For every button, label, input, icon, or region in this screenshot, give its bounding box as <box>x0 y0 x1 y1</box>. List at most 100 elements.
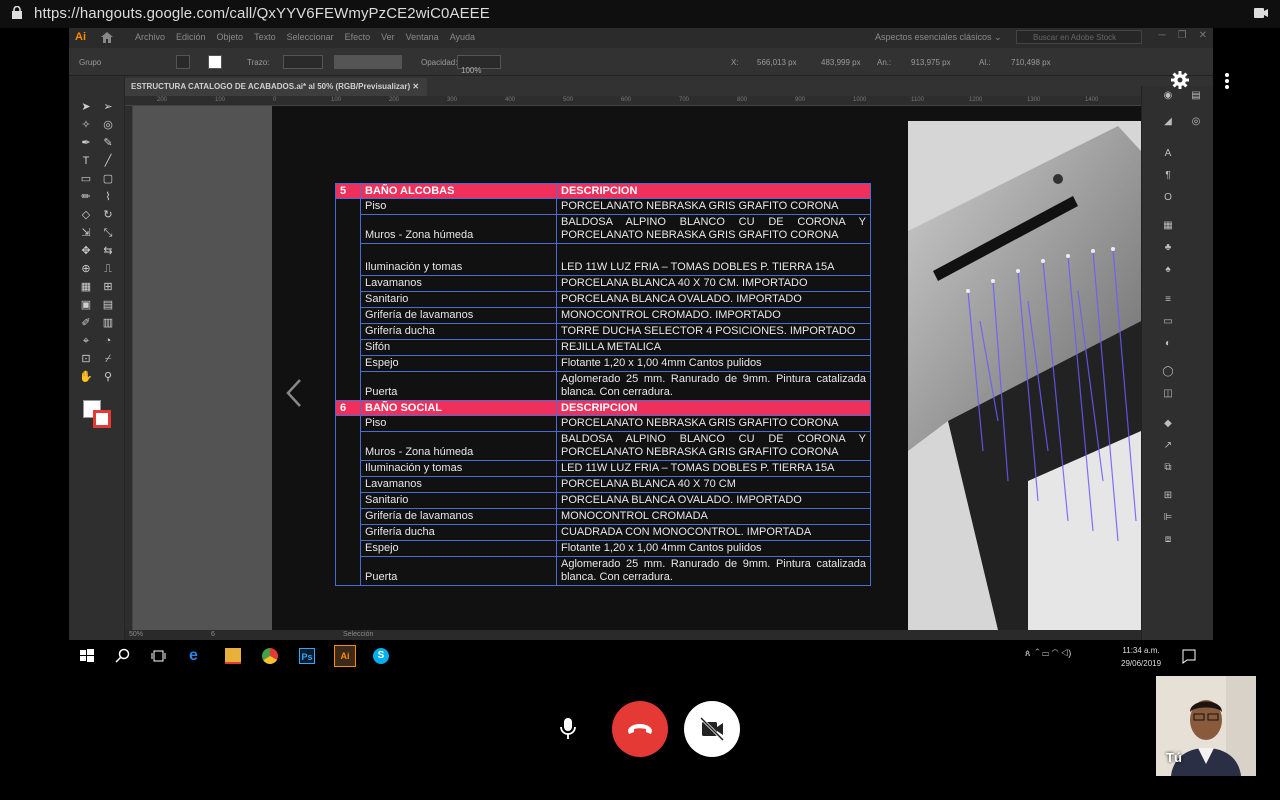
stroke-swatch[interactable] <box>208 55 222 69</box>
menu-item-5[interactable]: Efecto <box>345 32 371 42</box>
menu-item-8[interactable]: Ayuda <box>450 32 475 42</box>
export-icon[interactable]: ↗ <box>1162 440 1174 452</box>
stroke-panel-icon[interactable]: ≡ <box>1162 294 1174 306</box>
eraser-icon[interactable]: ◇ <box>79 208 93 222</box>
pen-tool-icon[interactable]: ✒ <box>79 136 93 150</box>
measure-icon[interactable]: ◔ <box>101 334 115 348</box>
slice-tool-icon[interactable]: ▥ <box>101 316 115 330</box>
cc-libraries-icon[interactable]: ▤ <box>1190 90 1202 102</box>
zoom-level[interactable]: 50% <box>129 631 143 638</box>
home-icon[interactable] <box>101 32 113 43</box>
line-tool-icon[interactable]: ╱ <box>101 154 115 168</box>
hand-tool-icon[interactable]: ✋ <box>79 370 93 384</box>
artboards-icon[interactable]: ⧉ <box>1162 462 1174 474</box>
zoom-tool-icon[interactable]: ⚲ <box>101 370 115 384</box>
camera-toggle-button[interactable] <box>684 701 740 757</box>
workspace-switcher[interactable]: Aspectos esenciales clásicos ⌄ <box>875 32 1002 43</box>
windows-start-icon[interactable] <box>79 648 95 664</box>
scale-tool-icon[interactable]: ⇲ <box>79 226 93 240</box>
more-options-icon[interactable] <box>1224 72 1230 90</box>
direct-selection-tool-icon[interactable]: ➢ <box>101 100 115 114</box>
edge-icon[interactable]: e <box>189 648 205 664</box>
stroke-weight-input[interactable] <box>283 55 323 69</box>
url-text[interactable]: https://hangouts.google.com/call/QxYYV6F… <box>34 5 490 22</box>
stock-search-input[interactable]: Buscar en Adobe Stock <box>1016 30 1142 44</box>
microphone-icon[interactable] <box>558 717 578 741</box>
opentype-icon[interactable]: O <box>1162 192 1174 204</box>
brushes-icon[interactable]: ♠ <box>1162 264 1174 276</box>
gradient-tool-icon[interactable]: ▣ <box>79 298 93 312</box>
paintbrush-icon[interactable]: ✏ <box>79 190 93 204</box>
document-tab[interactable]: ESTRUCTURA CATALOGO DE ACABADOS.ai* al 5… <box>125 78 427 96</box>
properties-icon[interactable]: ◢ <box>1162 116 1174 128</box>
settings-gear-icon[interactable] <box>1170 70 1190 90</box>
libraries-icon[interactable]: ◉ <box>1162 90 1174 102</box>
ellipse-tool-icon[interactable]: ▭ <box>79 172 93 186</box>
type-tool-icon[interactable]: T <box>79 154 93 168</box>
lasso-icon[interactable]: ◎ <box>101 118 115 132</box>
skype-icon[interactable]: S <box>373 648 389 664</box>
magic-wand-icon[interactable]: ✧ <box>79 118 93 132</box>
opacity-input[interactable]: 100% <box>457 55 501 75</box>
close-icon[interactable]: ✕ <box>1199 30 1207 41</box>
cloud-icon[interactable]: ◎ <box>1190 116 1202 128</box>
menu-item-4[interactable]: Seleccionar <box>287 32 334 42</box>
transparency-icon[interactable]: ◐ <box>1162 338 1174 350</box>
fill-stroke-widget[interactable] <box>83 400 111 428</box>
mesh-tool-icon[interactable]: ⎍ <box>101 262 115 276</box>
curvature-tool-icon[interactable]: ✎ <box>101 136 115 150</box>
end-call-button[interactable] <box>612 701 668 757</box>
shaper-tool-icon[interactable]: ⌇ <box>101 190 115 204</box>
eyedropper-icon[interactable]: ▤ <box>101 298 115 312</box>
chrome-icon[interactable] <box>262 648 278 664</box>
graphic-styles-icon[interactable]: ◫ <box>1162 388 1174 400</box>
menu-item-0[interactable]: Archivo <box>135 32 165 42</box>
task-view-icon[interactable] <box>151 648 167 664</box>
w-value[interactable]: 913,975 px <box>911 58 951 67</box>
system-clock[interactable]: 11:34 a.m. 29/06/2019 <box>1121 644 1161 670</box>
menu-item-7[interactable]: Ventana <box>406 32 439 42</box>
crop-icon[interactable]: ⌖ <box>79 334 93 348</box>
system-tray-icons[interactable]: ጰ ⌃ ▭ ◠ ◁) <box>1025 648 1095 662</box>
appearance-icon[interactable]: ◯ <box>1162 366 1174 378</box>
minimize-icon[interactable]: ─ <box>1159 30 1166 41</box>
rectangle-tool-icon[interactable]: ▢ <box>101 172 115 186</box>
artboard-number[interactable]: 6 <box>211 631 215 638</box>
shape-builder-icon[interactable]: ⇆ <box>101 244 115 258</box>
graph-tool-icon[interactable]: ⊞ <box>101 280 115 294</box>
paragraph-icon[interactable]: ¶ <box>1162 170 1174 182</box>
restore-icon[interactable]: ❐ <box>1178 30 1187 41</box>
blend-tool-icon[interactable]: ✐ <box>79 316 93 330</box>
image-trace-icon[interactable]: ▦ <box>1162 220 1174 232</box>
close-tab-icon[interactable]: ✕ <box>412 82 419 91</box>
self-view-tile[interactable]: Tú <box>1156 676 1256 776</box>
perspective-icon[interactable]: ⊕ <box>79 262 93 276</box>
illustrator-taskbar-icon[interactable]: Ai <box>334 645 356 667</box>
knife-tool-icon[interactable]: ⌿ <box>101 352 115 366</box>
artboard[interactable]: 5 BAÑO ALCOBAS DESCRIPCION Piso PORCELANATO … <box>272 106 1141 630</box>
pathfinder-icon[interactable]: ⧈ <box>1162 534 1174 546</box>
warp-tool-icon[interactable]: ⤡ <box>101 226 115 240</box>
chevron-left-icon[interactable] <box>286 378 302 408</box>
rotate-tool-icon[interactable]: ↻ <box>101 208 115 222</box>
selection-tool-icon[interactable]: ➤ <box>79 100 93 114</box>
menu-item-2[interactable]: Objeto <box>217 32 244 42</box>
menu-item-6[interactable]: Ver <box>381 32 395 42</box>
gradient-icon[interactable]: ▭ <box>1162 316 1174 328</box>
h-value[interactable]: 710,498 px <box>1011 58 1051 67</box>
file-explorer-icon[interactable] <box>225 648 241 664</box>
x-value[interactable]: 566,013 px <box>757 58 797 67</box>
photoshop-icon[interactable]: Ps <box>299 648 315 664</box>
symbols-icon[interactable]: ♣ <box>1162 242 1174 254</box>
symbol-sprayer-icon[interactable]: ▦ <box>79 280 93 294</box>
character-icon[interactable]: A <box>1162 148 1174 160</box>
notifications-icon[interactable] <box>1181 648 1197 664</box>
search-icon[interactable] <box>115 648 131 664</box>
canvas-area[interactable]: 5 BAÑO ALCOBAS DESCRIPCION Piso PORCELANATO … <box>133 106 1141 630</box>
fill-swatch[interactable] <box>176 55 190 69</box>
camera-indicator-icon[interactable] <box>1254 8 1268 18</box>
align-icon[interactable]: ⊫ <box>1162 512 1174 524</box>
brush-definition[interactable] <box>334 55 402 69</box>
free-transform-icon[interactable]: ✥ <box>79 244 93 258</box>
y-value[interactable]: 483,999 px <box>821 58 861 67</box>
